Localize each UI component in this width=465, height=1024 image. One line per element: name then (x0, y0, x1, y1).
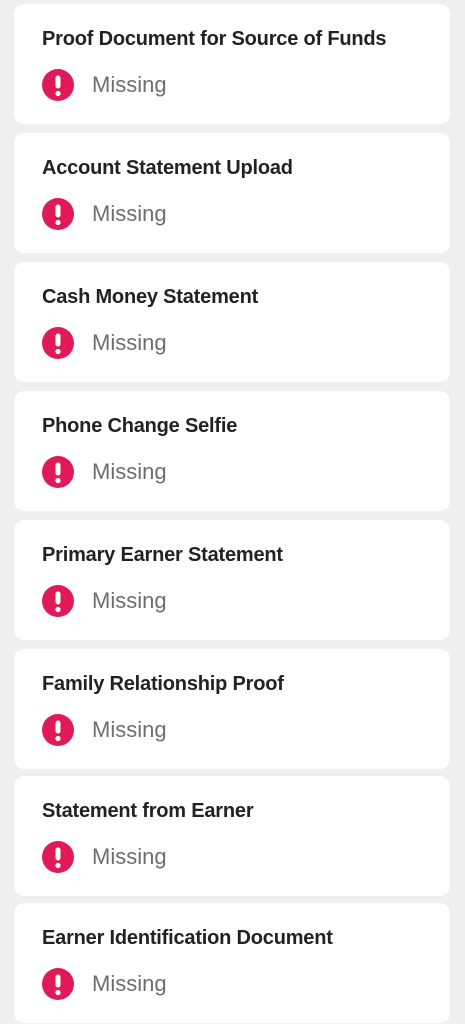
document-status: Missing (42, 456, 450, 488)
document-status: Missing (42, 841, 450, 873)
document-title: Statement from Earner (42, 800, 254, 822)
document-card[interactable]: Earner Identification Document Missing (14, 903, 450, 1023)
document-card[interactable]: Family Relationship Proof Missing (14, 649, 450, 769)
status-label: Missing (92, 459, 167, 484)
document-title: Primary Earner Statement (42, 544, 283, 566)
document-status: Missing (42, 585, 450, 617)
status-label: Missing (92, 201, 167, 226)
document-title: Cash Money Statement (42, 286, 259, 308)
document-title: Earner Identification Document (42, 927, 333, 949)
document-status: Missing (42, 714, 450, 746)
alert-exclamation-icon (42, 198, 74, 230)
alert-exclamation-icon (42, 585, 74, 617)
status-label: Missing (92, 72, 167, 97)
document-status: Missing (42, 198, 450, 230)
document-list: Proof Document for Source of Funds Missi… (0, 0, 465, 1024)
document-card[interactable]: Proof Document for Source of Funds Missi… (14, 4, 450, 124)
alert-exclamation-icon (42, 69, 74, 101)
document-card[interactable]: Cash Money Statement Missing (14, 262, 450, 382)
alert-exclamation-icon (42, 841, 74, 873)
document-title: Account Statement Upload (42, 157, 293, 179)
status-label: Missing (92, 971, 167, 996)
status-label: Missing (92, 588, 167, 613)
document-title: Phone Change Selfie (42, 415, 238, 437)
document-title: Family Relationship Proof (42, 673, 284, 695)
status-label: Missing (92, 717, 167, 742)
document-card[interactable]: Phone Change Selfie Missing (14, 391, 450, 511)
status-label: Missing (92, 844, 167, 869)
document-status: Missing (42, 327, 450, 359)
document-card[interactable]: Account Statement Upload Missing (14, 133, 450, 253)
alert-exclamation-icon (42, 968, 74, 1000)
document-card[interactable]: Statement from Earner Missing (14, 776, 450, 896)
document-title: Proof Document for Source of Funds (42, 28, 387, 50)
alert-exclamation-icon (42, 714, 74, 746)
status-label: Missing (92, 330, 167, 355)
document-status: Missing (42, 968, 450, 1000)
alert-exclamation-icon (42, 327, 74, 359)
document-card[interactable]: Primary Earner Statement Missing (14, 520, 450, 640)
document-status: Missing (42, 69, 450, 101)
alert-exclamation-icon (42, 456, 74, 488)
